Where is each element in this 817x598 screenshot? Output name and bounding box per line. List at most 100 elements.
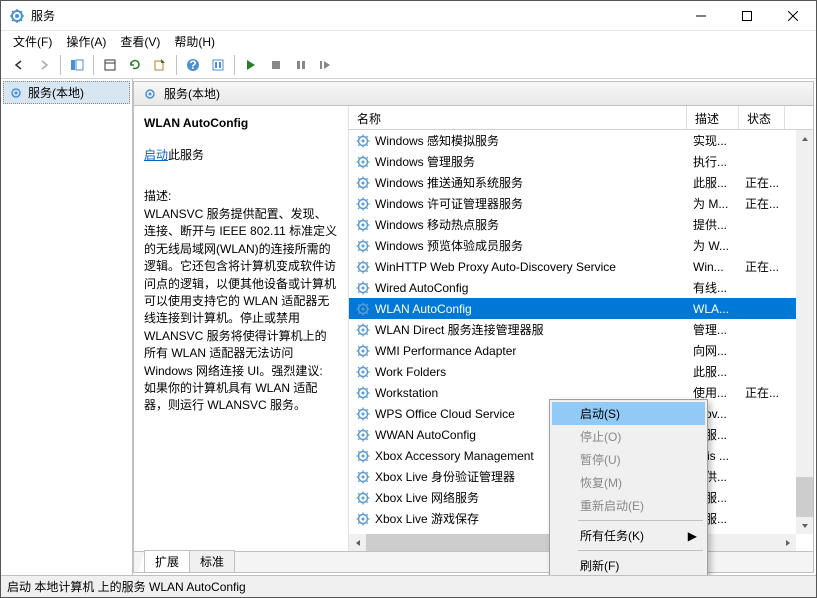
table-row[interactable]: WLAN AutoConfig WLA...	[349, 298, 813, 319]
gear-icon	[355, 406, 371, 422]
gear-icon	[355, 154, 371, 170]
service-status-cell: 正在...	[739, 384, 785, 401]
stop-service-button[interactable]	[264, 53, 288, 77]
service-status-cell: 正在...	[739, 195, 785, 212]
toolbar: ?	[1, 51, 816, 79]
gear-icon	[355, 301, 371, 317]
service-name-cell: WWAN AutoConfig	[375, 428, 476, 442]
selected-service-name: WLAN AutoConfig	[144, 116, 338, 130]
scroll-left-icon[interactable]	[349, 534, 366, 551]
table-row[interactable]: Windows 移动热点服务提供...	[349, 214, 813, 235]
table-row[interactable]: Windows 许可证管理器服务为 M...正在...	[349, 193, 813, 214]
right-pane: 服务(本地) WLAN AutoConfig 启动此服务 描述: WLANSVC…	[133, 81, 814, 573]
service-name-cell: Wired AutoConfig	[375, 281, 468, 295]
scroll-down-icon[interactable]	[796, 517, 813, 534]
gear-icon	[355, 469, 371, 485]
svg-text:?: ?	[189, 58, 196, 72]
forward-button[interactable]	[32, 53, 56, 77]
table-row[interactable]: Windows 管理服务执行...	[349, 151, 813, 172]
service-desc-cell: 此服...	[687, 363, 739, 380]
scrollbar-thumb[interactable]	[796, 477, 813, 517]
menu-help[interactable]: 帮助(H)	[168, 31, 221, 52]
description-label: 描述:	[144, 187, 338, 204]
pause-service-button[interactable]	[289, 53, 313, 77]
gear-icon	[355, 217, 371, 233]
service-name-cell: WLAN Direct 服务连接管理器服	[375, 321, 544, 338]
service-desc-cell: WLA...	[687, 302, 739, 316]
service-desc-cell: 有线...	[687, 279, 739, 296]
gear-icon	[355, 427, 371, 443]
scroll-right-icon[interactable]	[779, 534, 796, 551]
service-status-cell: 正在...	[739, 174, 785, 191]
description-text: WLANSVC 服务提供配置、发现、连接、断开与 IEEE 802.11 标准定…	[144, 206, 338, 415]
menu-view[interactable]: 查看(V)	[114, 31, 166, 52]
col-desc[interactable]: 描述	[687, 106, 739, 129]
status-text: 启动 本地计算机 上的服务 WLAN AutoConfig	[7, 578, 246, 595]
table-row[interactable]: Windows 预览体验成员服务为 W...	[349, 235, 813, 256]
menu-action[interactable]: 操作(A)	[60, 31, 112, 52]
start-service-button[interactable]	[239, 53, 263, 77]
start-service-link[interactable]: 启动	[144, 148, 168, 162]
export-button[interactable]	[148, 53, 172, 77]
close-button[interactable]	[770, 1, 816, 31]
console-tree[interactable]: 服务(本地)	[1, 79, 133, 575]
maximize-button[interactable]	[724, 1, 770, 31]
scroll-up-icon[interactable]	[796, 130, 813, 147]
vertical-scrollbar[interactable]	[796, 130, 813, 534]
main-area: 服务(本地) 服务(本地) WLAN AutoConfig 启动此服务 描述: …	[1, 79, 816, 575]
table-row[interactable]: WMI Performance Adapter向网...	[349, 340, 813, 361]
tree-node-services-local[interactable]: 服务(本地)	[3, 81, 130, 104]
service-desc-cell: 提供...	[687, 216, 739, 233]
service-name-cell: Windows 许可证管理器服务	[375, 195, 523, 212]
col-status[interactable]: 状态	[739, 106, 785, 129]
gear-icon	[355, 196, 371, 212]
back-button[interactable]	[7, 53, 31, 77]
ctx-refresh[interactable]: 刷新(F)	[552, 554, 705, 575]
service-name-cell: Windows 感知模拟服务	[375, 132, 499, 149]
minimize-button[interactable]	[678, 1, 724, 31]
restart-service-button[interactable]	[314, 53, 338, 77]
gear-icon	[355, 133, 371, 149]
show-hide-tree-button[interactable]	[65, 53, 89, 77]
action-button[interactable]	[206, 53, 230, 77]
gear-icon	[355, 259, 371, 275]
ctx-start[interactable]: 启动(S)	[552, 402, 705, 425]
table-row[interactable]: Windows 感知模拟服务 实现...	[349, 130, 813, 151]
service-desc-cell: 执行...	[687, 153, 739, 170]
table-row[interactable]: Work Folders此服...	[349, 361, 813, 382]
refresh-button[interactable]	[123, 53, 147, 77]
gear-icon	[355, 175, 371, 191]
help-button[interactable]: ?	[181, 53, 205, 77]
submenu-arrow-icon: ▶	[688, 529, 697, 543]
col-name[interactable]: 名称	[349, 106, 687, 129]
window-title: 服务	[31, 7, 678, 24]
service-desc-cell: Win...	[687, 260, 739, 274]
list-header: 名称 描述 状态	[349, 106, 813, 130]
tab-extended[interactable]: 扩展	[144, 550, 190, 572]
service-name-cell: WLAN AutoConfig	[375, 302, 472, 316]
ctx-stop: 停止(O)	[552, 425, 705, 448]
service-name-cell: Xbox Live 身份验证管理器	[375, 468, 515, 485]
pane-title: 服务(本地)	[164, 85, 220, 102]
table-row[interactable]: WLAN Direct 服务连接管理器服 管理...	[349, 319, 813, 340]
table-row[interactable]: Wired AutoConfig 有线...	[349, 277, 813, 298]
pane-header: 服务(本地)	[134, 82, 813, 106]
service-name-cell: Xbox Live 游戏保存	[375, 510, 479, 527]
ctx-alltasks[interactable]: 所有任务(K)▶	[552, 524, 705, 547]
ctx-pause: 暂停(U)	[552, 448, 705, 471]
gear-icon	[355, 448, 371, 464]
tab-standard[interactable]: 标准	[189, 550, 235, 572]
properties-button[interactable]	[98, 53, 122, 77]
service-desc-cell: 实现...	[687, 132, 739, 149]
ctx-resume: 恢复(M)	[552, 471, 705, 494]
gear-icon	[355, 364, 371, 380]
table-row[interactable]: Windows 推送通知系统服务此服...正在...	[349, 172, 813, 193]
table-row[interactable]: WinHTTP Web Proxy Auto-Discovery Service…	[349, 256, 813, 277]
gear-icon	[355, 343, 371, 359]
service-desc-cell: 管理...	[687, 321, 739, 338]
service-name-cell: WinHTTP Web Proxy Auto-Discovery Service	[375, 260, 616, 274]
service-name-cell: Windows 预览体验成员服务	[375, 237, 523, 254]
menubar: 文件(F) 操作(A) 查看(V) 帮助(H)	[1, 31, 816, 51]
menu-file[interactable]: 文件(F)	[7, 31, 58, 52]
service-name-cell: Xbox Live 网络服务	[375, 489, 479, 506]
